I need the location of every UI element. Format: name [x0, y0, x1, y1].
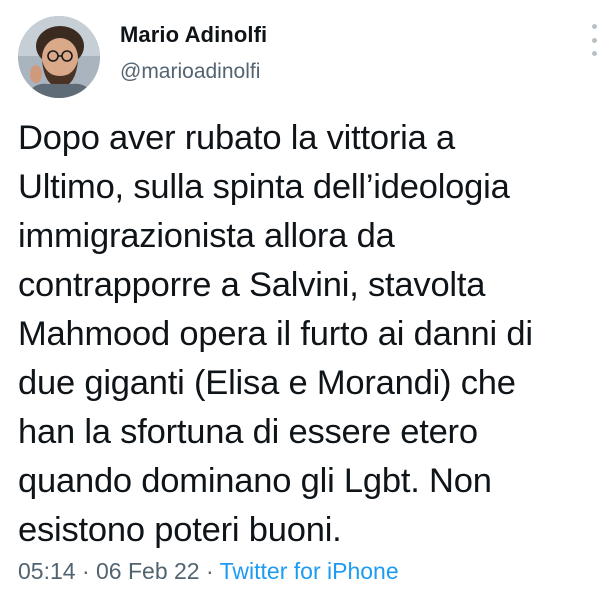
avatar[interactable]: [18, 16, 100, 98]
avatar-image: [18, 16, 100, 98]
more-vertical-icon[interactable]: [586, 24, 602, 56]
tweet-time[interactable]: 05:14: [18, 558, 76, 584]
meta-separator: ·: [206, 558, 214, 584]
meta-separator: ·: [81, 558, 90, 584]
author-handle[interactable]: @marioadinolfi: [120, 60, 260, 84]
tweet-text: Dopo aver rubato la vittoria a Ultimo, s…: [18, 119, 533, 549]
tweet-source-link[interactable]: Twitter for iPhone: [220, 558, 399, 584]
tweet-metadata: 05:14 · 06 Feb 22 · Twitter for iPhone: [18, 558, 399, 585]
tweet-card: Mario Adinolfi @marioadinolfi Dopo aver …: [0, 0, 616, 594]
author-display-name[interactable]: Mario Adinolfi: [120, 22, 267, 48]
tweet-date[interactable]: 06 Feb 22: [96, 558, 200, 584]
